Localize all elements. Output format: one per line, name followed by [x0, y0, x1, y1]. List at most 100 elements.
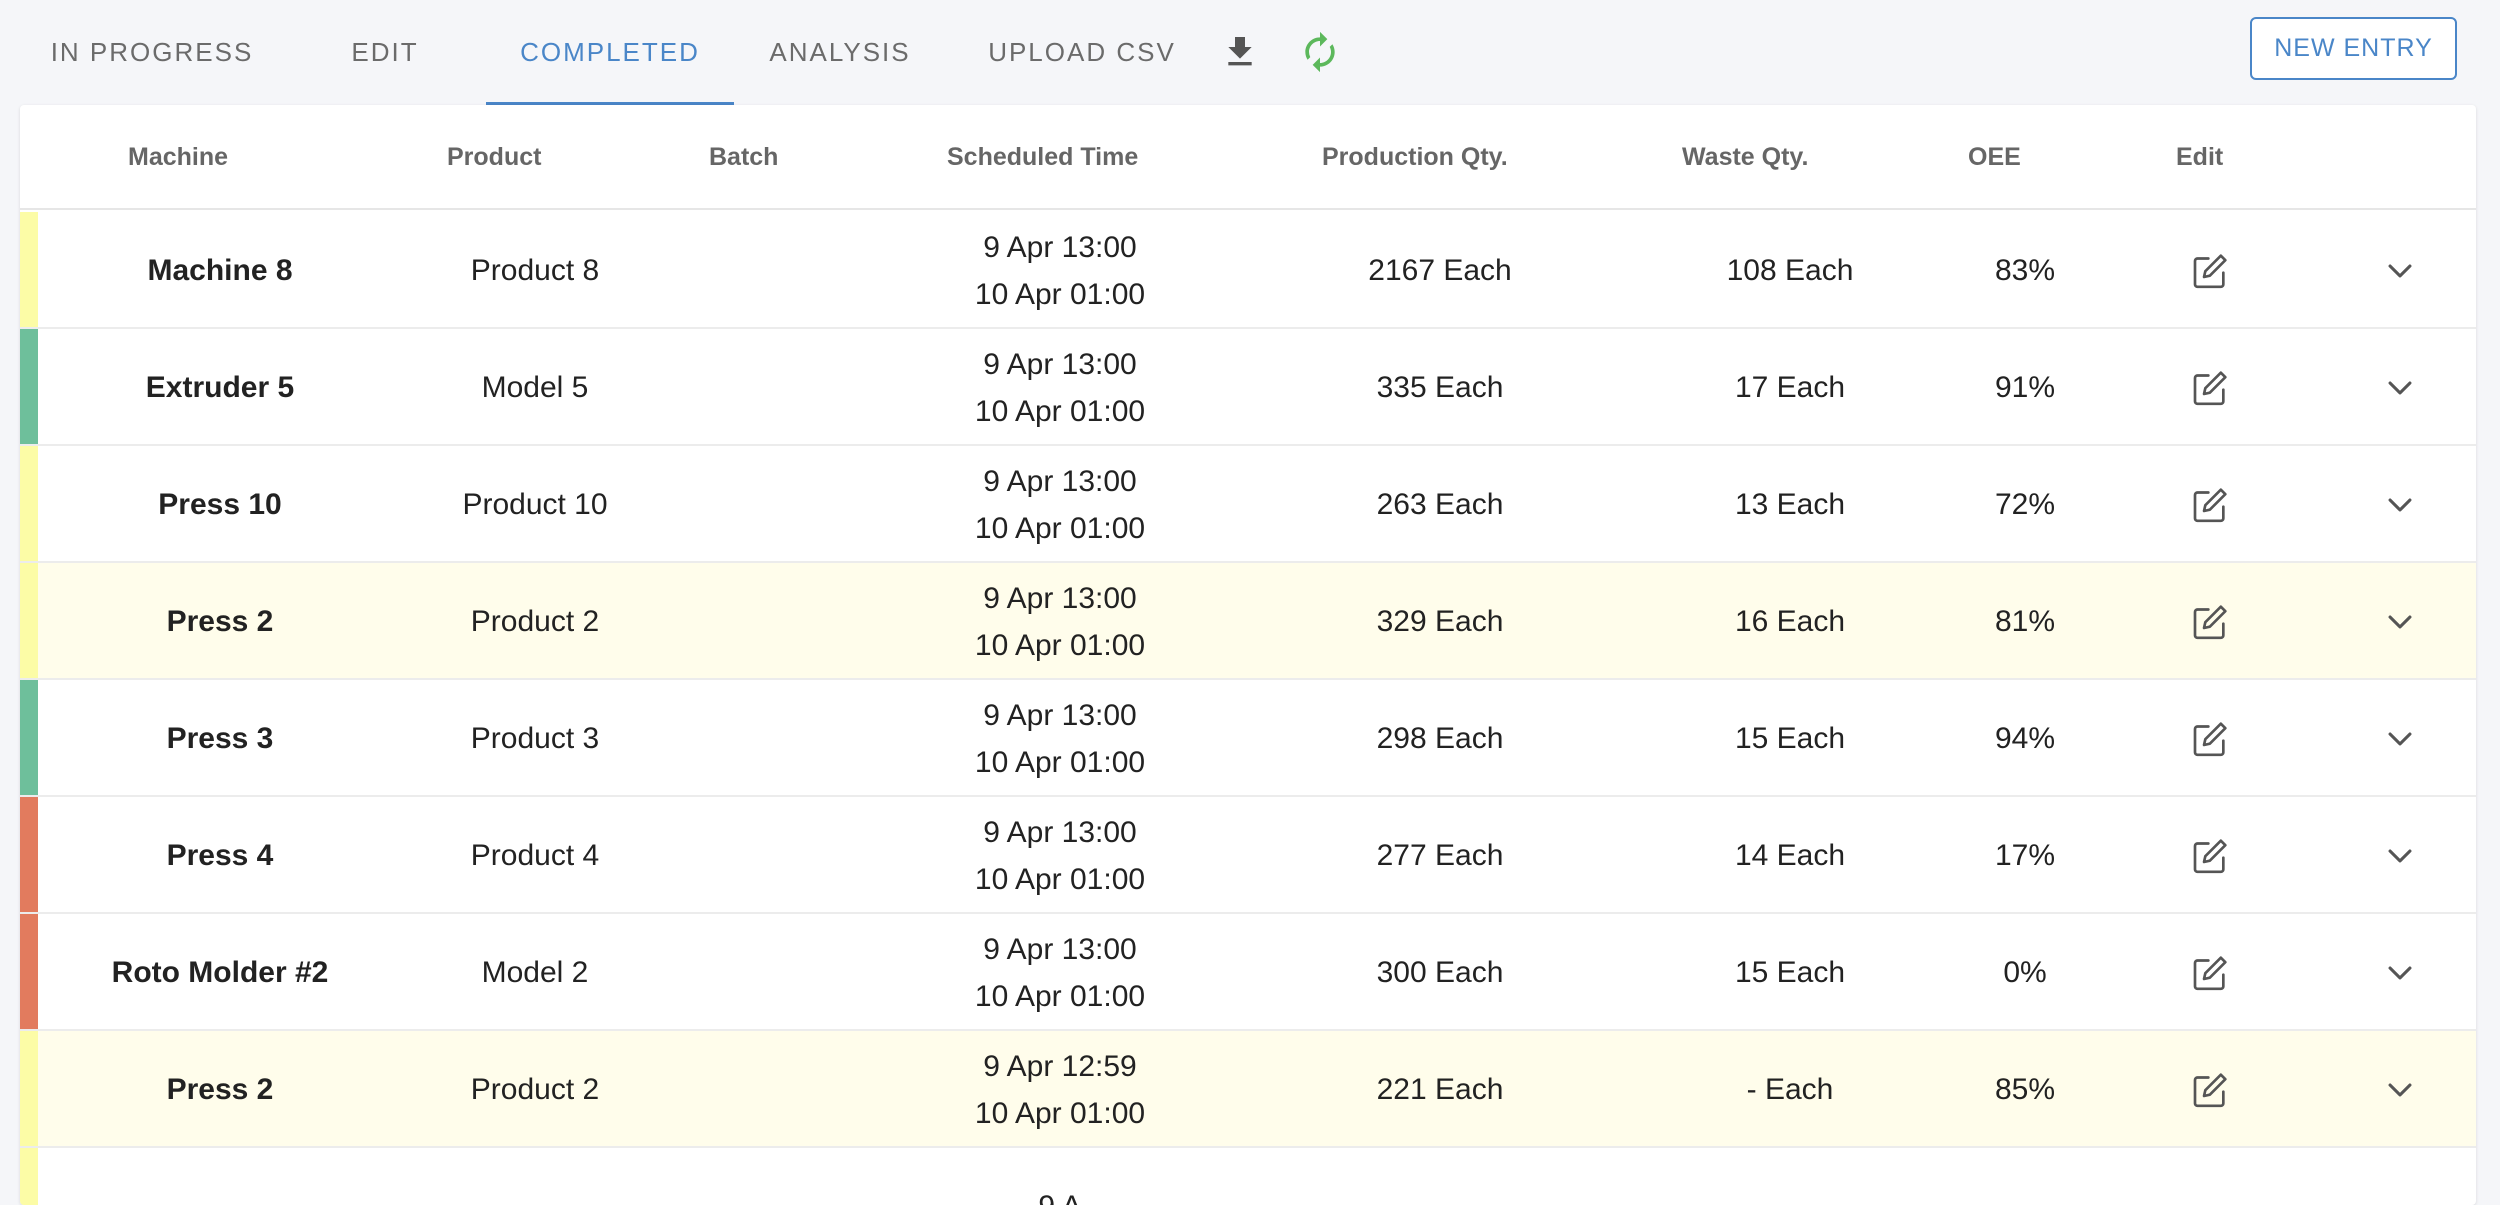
expand-row-button[interactable]: [2360, 797, 2440, 914]
oee-cell: 83%: [1994, 253, 2056, 287]
table-row[interactable]: Extruder 5 Model 5 9 Apr 13:00 10 Apr 01:00…: [20, 329, 2476, 446]
tab-completed-label: COMPLETED: [520, 37, 700, 67]
machine-cell: Extruder 5: [145, 370, 295, 404]
product-cell: [400, 1148, 670, 1205]
scheduled-end: 10 Apr 01:00: [974, 745, 1146, 779]
edit-button[interactable]: [2170, 212, 2250, 329]
edit-button[interactable]: [2170, 329, 2250, 446]
oee-cell: 85%: [1994, 1072, 2056, 1106]
table-header: Machine Product Batch Scheduled Time Pro…: [20, 105, 2476, 210]
oee-cell: 17%: [1994, 838, 2056, 872]
new-entry-button[interactable]: NEW ENTRY: [2250, 17, 2457, 80]
machine-cell: Press 2: [166, 1072, 274, 1106]
tab-edit[interactable]: EDIT: [340, 0, 430, 105]
edit-button[interactable]: [2170, 446, 2250, 563]
oee-cell: 81%: [1994, 604, 2056, 638]
scheduled-end: 10 Apr 01:00: [974, 1096, 1146, 1130]
scheduled-time-cell: 9 Apr 13:00 10 Apr 01:00: [880, 329, 1240, 446]
table-row[interactable]: Press 3 Product 3 9 Apr 13:00 10 Apr 01:00 2…: [20, 680, 2476, 797]
production-qty-cell: 277 Each: [1376, 838, 1504, 872]
product-cell: Model 2: [481, 955, 589, 989]
expand-row-button[interactable]: [2360, 446, 2440, 563]
batch-cell: [670, 212, 850, 329]
header-waste-qty: Waste Qty.: [1682, 143, 1809, 171]
tab-in-progress[interactable]: IN PROGRESS: [36, 0, 268, 105]
edit-button[interactable]: [2170, 680, 2250, 797]
table-row[interactable]: Roto Molder #2 Model 2 9 Apr 13:00 10 Apr 0…: [20, 914, 2476, 1031]
edit-icon: [2193, 1072, 2227, 1107]
scheduled-time-cell: 9 Apr 13:00 10 Apr 01:00: [880, 446, 1240, 563]
scheduled-time-cell: 9 Apr 13:00 10 Apr 01:00: [880, 563, 1240, 680]
refresh-button[interactable]: [1296, 28, 1344, 76]
batch-cell: [670, 914, 850, 1031]
table-row[interactable]: Press 10 Product 10 9 Apr 13:00 10 Apr 01:0…: [20, 446, 2476, 563]
waste-qty-cell: 14 Each: [1734, 838, 1846, 872]
scheduled-start: 9 Apr 13:00: [983, 932, 1137, 966]
chevron-down-icon: [2388, 263, 2412, 278]
edit-icon: [2193, 253, 2227, 288]
scheduled-time-cell: 9 Apr 13:00 10 Apr 01:00: [880, 680, 1240, 797]
product-cell: Product 10: [462, 487, 608, 521]
expand-row-button[interactable]: [2360, 914, 2440, 1031]
batch-cell: [670, 329, 850, 446]
production-qty-cell: [1280, 1148, 1600, 1205]
expand-row-button[interactable]: [2360, 329, 2440, 446]
status-stripe: [20, 212, 38, 327]
tab-upload-csv[interactable]: UPLOAD CSV: [976, 0, 1188, 105]
product-cell: Product 3: [470, 721, 600, 755]
product-cell: Product 2: [470, 604, 600, 638]
status-stripe: [20, 563, 38, 678]
edit-button[interactable]: [2170, 797, 2250, 914]
production-qty-cell: 335 Each: [1376, 370, 1504, 404]
scheduled-time-cell: 9 Apr 13:00 10 Apr 01:00: [880, 797, 1240, 914]
waste-qty-cell: 16 Each: [1734, 604, 1846, 638]
chevron-down-icon: [2388, 380, 2412, 395]
expand-row-button[interactable]: [2360, 212, 2440, 329]
status-stripe: [20, 446, 38, 561]
product-cell: Product 8: [470, 253, 600, 287]
status-stripe: [20, 1148, 38, 1205]
table-row[interactable]: 9 A: [20, 1148, 2476, 1205]
edit-button[interactable]: [2170, 914, 2250, 1031]
scheduled-time-cell: 9 A: [880, 1148, 1240, 1205]
edit-icon: [2193, 604, 2227, 639]
waste-qty-cell: [1630, 1148, 1950, 1205]
expand-row-button[interactable]: [2360, 680, 2440, 797]
scheduled-start: 9 Apr 13:00: [983, 464, 1137, 498]
edit-button[interactable]: [2170, 563, 2250, 680]
waste-qty-cell: 15 Each: [1734, 721, 1846, 755]
header-production-qty: Production Qty.: [1322, 143, 1508, 171]
production-qty-cell: 221 Each: [1376, 1072, 1504, 1106]
machine-cell: Press 4: [166, 838, 274, 872]
production-qty-cell: 263 Each: [1376, 487, 1504, 521]
chevron-down-icon: [2388, 731, 2412, 746]
expand-row-button[interactable]: [2360, 563, 2440, 680]
machine-cell: [60, 1148, 380, 1205]
scheduled-end: 10 Apr 01:00: [974, 628, 1146, 662]
oee-cell: 91%: [1994, 370, 2056, 404]
product-cell: Model 5: [481, 370, 589, 404]
tab-analysis[interactable]: ANALYSIS: [764, 0, 916, 105]
refresh-icon: [1305, 31, 1335, 73]
scheduled-end: 10 Apr 01:00: [974, 394, 1146, 428]
chevron-down-icon: [2388, 614, 2412, 629]
status-stripe: [20, 797, 38, 912]
batch-cell: [670, 797, 850, 914]
machine-cell: Press 3: [166, 721, 274, 755]
header-oee: OEE: [1968, 143, 2021, 171]
waste-qty-cell: 15 Each: [1734, 955, 1846, 989]
scheduled-start: 9 Apr 13:00: [983, 230, 1137, 264]
header-scheduled-time: Scheduled Time: [947, 143, 1139, 171]
batch-cell: [670, 1031, 850, 1148]
table-row[interactable]: Machine 8 Product 8 9 Apr 13:00 10 Apr 01:0…: [20, 212, 2476, 329]
table-row[interactable]: Press 2 Product 2 9 Apr 13:00 10 Apr 01:00 3…: [20, 563, 2476, 680]
table-row[interactable]: Press 4 Product 4 9 Apr 13:00 10 Apr 01:00 2…: [20, 797, 2476, 914]
table-row[interactable]: Press 2 Product 2 9 Apr 12:59 10 Apr 01:00 2…: [20, 1031, 2476, 1148]
download-button[interactable]: [1216, 28, 1264, 76]
scheduled-time-cell: 9 Apr 12:59 10 Apr 01:00: [880, 1031, 1240, 1148]
expand-row-button[interactable]: [2360, 1031, 2440, 1148]
waste-qty-cell: - Each: [1746, 1072, 1834, 1106]
tab-completed[interactable]: COMPLETED: [486, 0, 734, 105]
edit-button[interactable]: [2170, 1031, 2250, 1148]
scheduled-start: 9 Apr 12:59: [983, 1049, 1137, 1083]
